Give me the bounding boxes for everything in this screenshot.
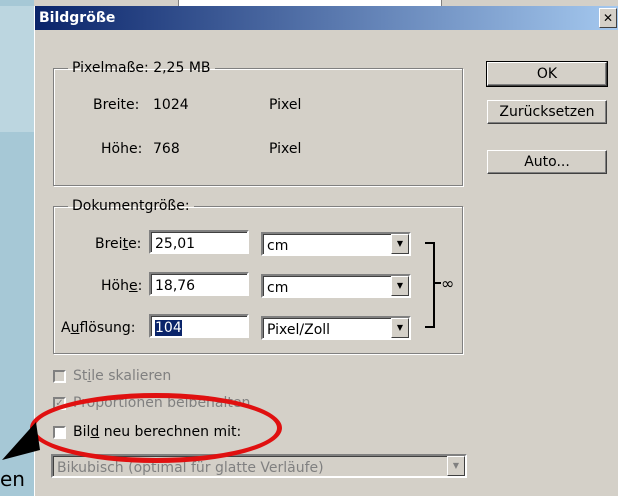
doc-height-input[interactable]: 18,76: [149, 272, 249, 296]
document-size-legend: Dokumentgröße:: [72, 198, 190, 214]
doc-height-unit-select[interactable]: cm ▼: [261, 274, 411, 298]
background-panel: [0, 6, 35, 132]
constrain-bracket-tick: [433, 282, 441, 284]
doc-height-unit-value: cm: [267, 280, 289, 296]
pixel-width-unit: Pixel: [269, 97, 302, 113]
resolution-label: Auflösung:: [61, 320, 136, 336]
pixel-height-value: 768: [153, 141, 180, 157]
pixel-height-label: Höhe:: [101, 141, 143, 157]
dropdown-arrow-icon[interactable]: ▼: [447, 456, 465, 476]
close-icon[interactable]: ✕: [599, 8, 617, 28]
auto-button[interactable]: Auto...: [487, 150, 607, 174]
constrain-bracket: [425, 242, 435, 328]
chain-link-icon: ∞: [441, 274, 455, 293]
title-bar: Bildgröße ✕: [35, 6, 618, 30]
doc-width-input[interactable]: 25,01: [149, 230, 249, 254]
pixel-height-unit: Pixel: [269, 141, 302, 157]
doc-width-unit-select[interactable]: cm ▼: [261, 232, 411, 256]
scale-styles-checkbox[interactable]: [53, 370, 66, 383]
scale-styles-label: Stile skalieren: [73, 368, 172, 384]
pixel-dimensions-group: Pixelmaße: 2,25 MB: [53, 60, 463, 186]
reset-button[interactable]: Zurücksetzen: [487, 100, 607, 124]
doc-width-unit-value: cm: [267, 238, 289, 254]
pixel-width-value: 1024: [153, 97, 189, 113]
dialog-title: Bildgröße: [39, 10, 116, 26]
dropdown-arrow-icon[interactable]: ▼: [391, 318, 409, 338]
pixel-dimensions-legend: Pixelmaße: 2,25 MB: [72, 60, 211, 76]
resolution-value-selected: 104: [155, 320, 182, 336]
resolution-unit-value: Pixel/Zoll: [267, 322, 331, 338]
annotation-ellipse: [30, 393, 282, 463]
annotation-arrow-icon: [2, 422, 40, 460]
resolution-unit-select[interactable]: Pixel/Zoll ▼: [261, 316, 411, 340]
dropdown-arrow-icon[interactable]: ▼: [391, 234, 409, 254]
doc-height-label: Höhe:: [101, 278, 143, 294]
ok-button[interactable]: OK: [486, 61, 608, 87]
resolution-input[interactable]: 104: [149, 314, 249, 338]
dropdown-arrow-icon[interactable]: ▼: [391, 276, 409, 296]
pixel-width-label: Breite:: [93, 97, 140, 113]
resample-method-value: Bikubisch (optimal für glatte Verläufe): [57, 460, 324, 476]
doc-width-label: Breite:: [95, 236, 142, 252]
